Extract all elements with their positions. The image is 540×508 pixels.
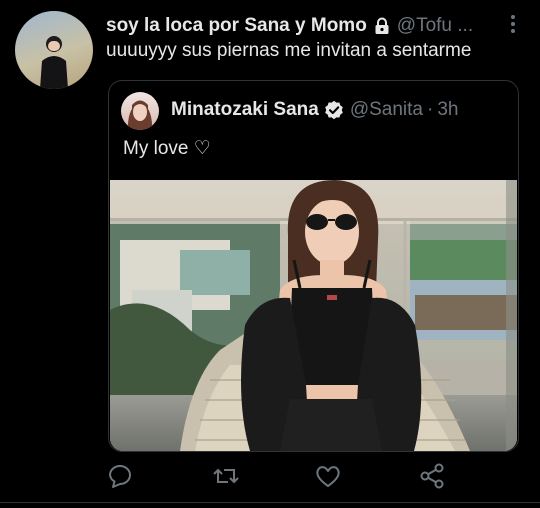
separator-dot: · <box>427 99 434 120</box>
quoted-tweet-card[interactable]: Minatozaki Sana @Sanita · 3h My love ♡ <box>108 80 519 452</box>
like-icon[interactable] <box>314 462 342 490</box>
divider <box>0 502 540 503</box>
quoted-avatar-image <box>127 100 153 130</box>
lock-icon <box>375 17 389 34</box>
share-icon[interactable] <box>418 462 446 490</box>
author-name[interactable]: soy la loca por Sana y Momo <box>106 15 367 37</box>
reply-icon[interactable] <box>106 462 134 490</box>
quoted-timestamp[interactable]: 3h <box>437 99 458 121</box>
avatar-person-image <box>40 36 68 89</box>
quoted-tweet-photo[interactable] <box>110 180 517 451</box>
quoted-tweet-text: My love ♡ <box>123 138 211 159</box>
quoted-author-handle[interactable]: @Sanita <box>350 99 423 121</box>
verified-badge-icon <box>325 100 343 120</box>
quoted-author-name[interactable]: Minatozaki Sana <box>171 99 319 121</box>
photo-image <box>110 180 517 451</box>
tweet-text: uuuuyyy sus piernas me invitan a sentarm… <box>106 40 472 61</box>
more-vertical-icon[interactable] <box>510 14 516 34</box>
tweet-header: soy la loca por Sana y Momo @Tofu ... <box>106 14 528 38</box>
quoted-tweet-header: Minatozaki Sana @Sanita · 3h <box>171 99 458 121</box>
quoted-author-avatar[interactable] <box>121 92 159 130</box>
author-avatar[interactable] <box>15 11 93 89</box>
retweet-icon[interactable] <box>212 462 240 490</box>
author-handle[interactable]: @Tofu ... <box>397 15 473 37</box>
tweet-action-bar <box>106 462 456 494</box>
